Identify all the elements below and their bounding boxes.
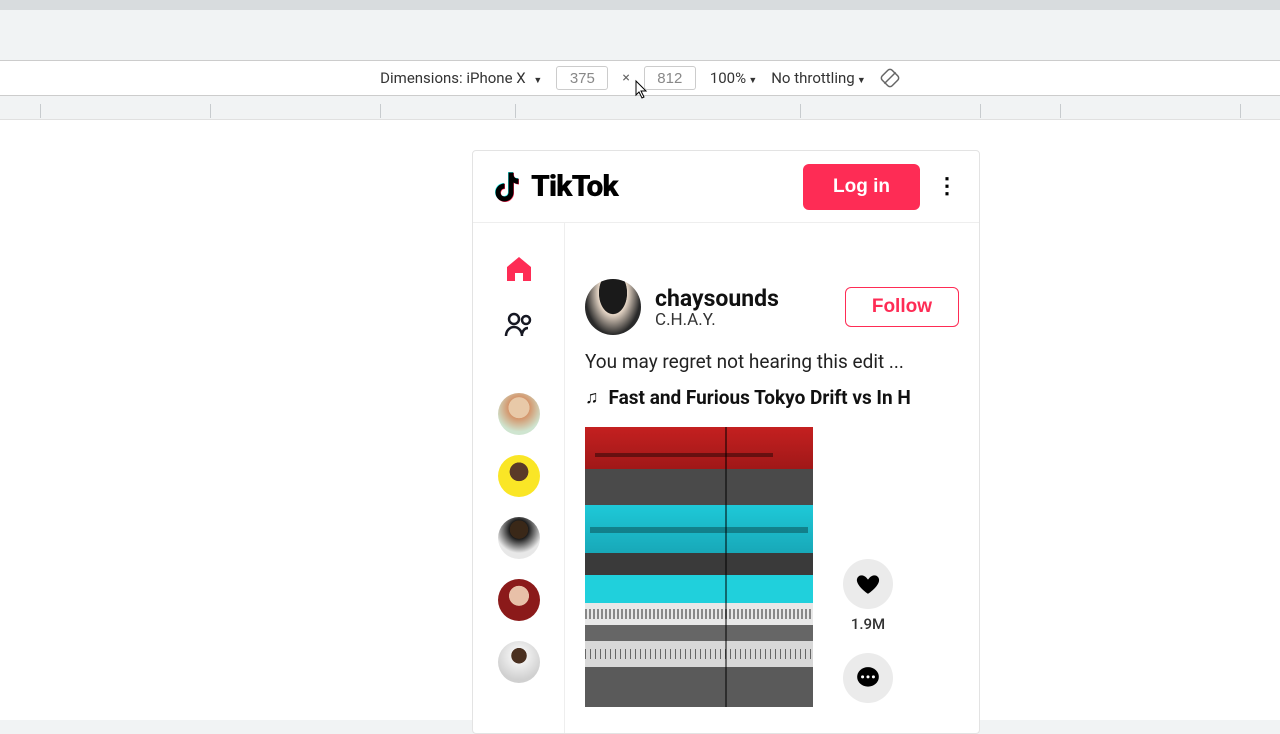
home-icon[interactable] <box>501 251 537 287</box>
login-button[interactable]: Log in <box>803 164 920 210</box>
tiktok-wordmark: TikTok <box>531 169 618 204</box>
author-username: chaysounds <box>655 285 831 312</box>
dimensions-dropdown[interactable]: Dimensions: iPhone X <box>380 69 542 87</box>
author-displayname: C.H.A.Y. <box>655 310 831 330</box>
zoom-dropdown[interactable]: 100% <box>710 69 757 87</box>
tiktok-body: chaysounds C.H.A.Y. Follow You may regre… <box>473 223 979 733</box>
device-canvas: TikTok Log in ⋮ <box>0 120 1280 720</box>
rotate-icon[interactable] <box>880 68 900 88</box>
music-title: Fast and Furious Tokyo Drift vs In H <box>609 386 911 409</box>
following-icon[interactable] <box>501 307 537 343</box>
devtools-device-toolbar: Dimensions: iPhone X × 100% No throttlin… <box>0 60 1280 96</box>
post-header: chaysounds C.H.A.Y. Follow <box>585 279 959 335</box>
like-count: 1.9M <box>851 615 885 633</box>
post-actions: 1.9M <box>843 559 893 707</box>
dimension-separator: × <box>622 70 629 86</box>
more-menu-icon[interactable]: ⋮ <box>936 174 957 199</box>
post-caption: You may regret not hearing this edit ... <box>585 349 959 376</box>
suggested-account-avatar[interactable] <box>498 393 540 435</box>
height-input[interactable] <box>644 66 696 90</box>
chevron-down-icon <box>529 69 542 87</box>
throttling-dropdown[interactable]: No throttling <box>771 69 866 87</box>
comment-button[interactable] <box>843 653 893 703</box>
post-music[interactable]: ♫ Fast and Furious Tokyo Drift vs In H <box>585 386 959 409</box>
tiktok-header: TikTok Log in ⋮ <box>473 151 979 223</box>
follow-button[interactable]: Follow <box>845 287 959 327</box>
video-thumbnail[interactable] <box>585 427 813 707</box>
music-note-icon: ♫ <box>585 387 599 408</box>
author-info[interactable]: chaysounds C.H.A.Y. <box>655 285 831 330</box>
sidebar <box>473 223 565 733</box>
author-avatar[interactable] <box>585 279 641 335</box>
ruler <box>0 96 1280 120</box>
suggested-account-avatar[interactable] <box>498 641 540 683</box>
dimensions-label: Dimensions: iPhone X <box>380 69 526 87</box>
tiktok-logo[interactable]: TikTok <box>495 169 618 204</box>
like-button[interactable] <box>843 559 893 609</box>
suggested-account-avatar[interactable] <box>498 517 540 559</box>
browser-top-bar <box>0 0 1280 10</box>
feed: chaysounds C.H.A.Y. Follow You may regre… <box>565 223 979 733</box>
post-content: 1.9M <box>585 427 959 707</box>
browser-toolbar-area <box>0 10 1280 60</box>
device-frame: TikTok Log in ⋮ <box>472 150 980 734</box>
width-input[interactable] <box>556 66 608 90</box>
suggested-account-avatar[interactable] <box>498 579 540 621</box>
suggested-account-avatar[interactable] <box>498 455 540 497</box>
